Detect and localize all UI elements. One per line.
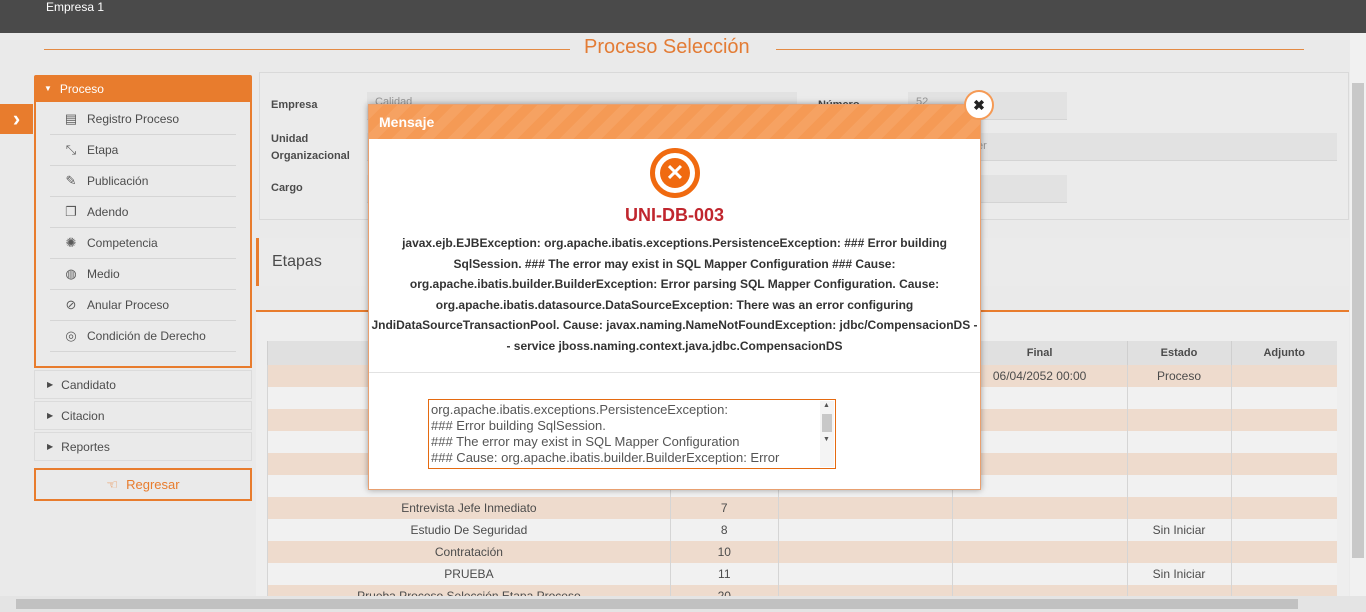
horizontal-scrollbar[interactable] xyxy=(0,596,1366,612)
scrollbar-thumb[interactable] xyxy=(16,599,1298,609)
dialog-title: Mensaje xyxy=(369,105,980,139)
scroll-up-icon[interactable]: ▲ xyxy=(823,402,830,409)
error-dialog: Mensaje ✖ ✕ UNI-DB-003 javax.ejb.EJBExce… xyxy=(368,90,994,490)
top-bar: Empresa 1 xyxy=(0,0,1366,33)
scrollbar-thumb[interactable] xyxy=(822,414,832,432)
close-icon[interactable]: ✖ xyxy=(964,90,994,120)
error-code: UNI-DB-003 xyxy=(624,205,725,225)
stacktrace-scrollbar[interactable]: ▲ ▼ xyxy=(820,401,834,467)
error-circle-icon: ✕ xyxy=(650,148,700,198)
dialog-divider xyxy=(369,372,980,373)
stacktrace-textarea[interactable]: org.apache.ibatis.exceptions.Persistence… xyxy=(428,399,836,469)
error-message: javax.ejb.EJBException: org.apache.ibati… xyxy=(371,236,978,353)
scroll-down-icon[interactable]: ▼ xyxy=(823,436,830,443)
company-name[interactable]: Empresa 1 xyxy=(46,0,104,14)
